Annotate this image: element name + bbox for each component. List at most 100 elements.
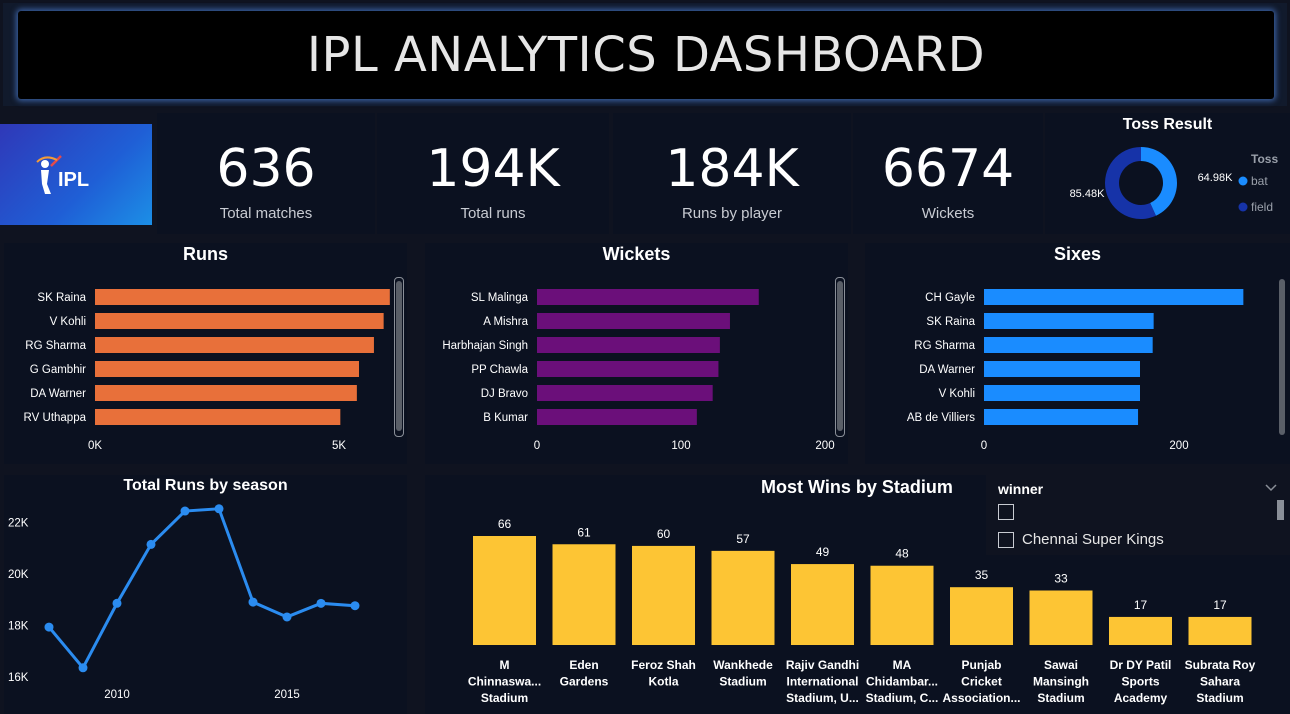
legend-label-bat[interactable]: bat: [1251, 174, 1268, 188]
header-banner: IPL ANALYTICS DASHBOARD: [3, 3, 1287, 106]
kpi-value: 194K: [426, 139, 560, 199]
kpi-wickets: 6674 Wickets: [853, 113, 1043, 234]
runs-by-season-chart: 2010 2015 16K 18K 20K 22K: [8, 504, 360, 701]
bar: [95, 313, 384, 329]
category-label: Academy: [1114, 691, 1168, 705]
category-label: Stadium: [1196, 691, 1243, 705]
sixes-panel: Sixes CH Gayle SK Raina RG Sharma DA Warner…: [865, 243, 1290, 464]
category-label: G Gambhir: [30, 364, 86, 376]
category-label: Stadium: [1037, 691, 1084, 705]
category-label: International: [786, 675, 858, 689]
category-label: Chidambar...: [866, 675, 938, 689]
data-label: 35: [975, 568, 989, 582]
data-label: 57: [736, 532, 750, 546]
data-label: 66: [498, 517, 512, 531]
batsman-icon: IPL: [36, 154, 89, 194]
category-label: Eden: [569, 658, 598, 672]
bar: [95, 337, 374, 353]
category-label: Chinnaswa...: [468, 675, 541, 689]
bar: [984, 337, 1153, 353]
category-label: RG Sharma: [25, 340, 86, 352]
category-label: Gardens: [560, 675, 609, 689]
bar: [1109, 616, 1172, 645]
bar: [950, 587, 1013, 645]
category-label: V Kohli: [939, 388, 975, 400]
toss-donut: 85.48K 64.98K Toss bat field: [1070, 147, 1278, 219]
data-point: [112, 598, 122, 608]
y-tick-label: 18K: [8, 620, 29, 632]
series-line: [47, 507, 356, 671]
legend-label-field[interactable]: field: [1251, 200, 1273, 214]
tick-label: 0K: [88, 440, 102, 452]
bar: [95, 289, 390, 305]
category-label: RV Uthappa: [24, 412, 87, 424]
category-label: Sawai: [1044, 658, 1078, 672]
category-label: SK Raina: [37, 292, 86, 304]
runs-chart: SK Raina V Kohli RG Sharma G Gambhir DA Warn…: [24, 289, 390, 452]
category-label: PP Chawla: [471, 364, 528, 376]
bar: [870, 565, 934, 645]
data-point: [214, 504, 224, 514]
checkbox-option-blank[interactable]: [998, 504, 1014, 520]
category-label: Mansingh: [1033, 675, 1089, 689]
tick-label: 200: [815, 440, 834, 452]
kpi-label: Total runs: [460, 205, 526, 222]
bar: [984, 361, 1140, 377]
bar: [984, 289, 1244, 305]
data-point: [180, 506, 190, 516]
slicer-title: winner: [998, 481, 1044, 497]
kpi-label: Total matches: [219, 205, 313, 222]
chevron-down-icon[interactable]: [1264, 483, 1278, 493]
data-label: 60: [657, 527, 671, 541]
toss-result-chart[interactable]: Toss Result 85.48K 64.98K Toss bat field: [1045, 113, 1290, 234]
runs-by-season-panel: Total Runs by season 2010 2015 16K 18K 20K 22…: [4, 475, 407, 714]
category-label: Dr DY Patil: [1110, 658, 1172, 672]
data-point: [146, 539, 156, 549]
data-label: 17: [1134, 598, 1148, 612]
bar: [1029, 590, 1093, 645]
tick-label: 200: [1169, 440, 1188, 452]
category-label: Stadium, C...: [866, 691, 939, 705]
checkbox-chennai-super-kings[interactable]: [998, 532, 1014, 548]
winner-slicer: winner Chennai Super Kings: [986, 475, 1290, 555]
bar: [473, 536, 536, 645]
category-label: Kotla: [649, 675, 679, 689]
x-tick-label: 2010: [104, 689, 130, 701]
data-label: 49: [816, 545, 830, 559]
bar: [632, 545, 695, 645]
legend-marker-field: [1238, 202, 1248, 212]
scrollbar[interactable]: [837, 281, 843, 431]
data-label: 33: [1054, 572, 1068, 586]
ipl-logo: IPL: [0, 124, 152, 225]
kpi-runs-by-player: 184K Runs by player: [613, 113, 851, 234]
category-label: MA: [893, 658, 912, 672]
category-label: Association...: [942, 691, 1020, 705]
data-label: 61: [577, 525, 591, 539]
scrollbar[interactable]: [396, 281, 402, 431]
data-label: 48: [895, 547, 909, 561]
category-label: Stadium: [719, 675, 766, 689]
category-label: DA Warner: [30, 388, 86, 400]
category-label: Rajiv Gandhi: [786, 658, 859, 672]
category-label: RG Sharma: [914, 340, 975, 352]
option-label[interactable]: Chennai Super Kings: [1022, 531, 1164, 548]
data-point: [44, 622, 54, 632]
wickets-panel: Wickets SL Malinga A Mishra Harbhajan Sing…: [425, 243, 848, 464]
bar: [984, 313, 1154, 329]
y-tick-label: 16K: [8, 672, 29, 684]
scrollbar[interactable]: [1277, 500, 1284, 520]
category-label: Subrata Roy: [1185, 658, 1256, 672]
category-label: Feroz Shah: [631, 658, 696, 672]
bar: [537, 361, 719, 377]
bar: [95, 409, 341, 425]
header-box: IPL ANALYTICS DASHBOARD: [18, 11, 1274, 99]
legend-marker-bat: [1238, 176, 1248, 186]
tick-label: 100: [671, 440, 690, 452]
wickets-chart: SL Malinga A Mishra Harbhajan Singh PP Chaw…: [442, 289, 835, 452]
runs-panel: Runs SK Raina V Kohli RG Sharma G Gambhir DA…: [4, 243, 407, 464]
scrollbar[interactable]: [1279, 279, 1285, 435]
bar: [552, 544, 616, 645]
y-tick-label: 22K: [8, 518, 29, 530]
kpi-total-runs: 194K Total runs: [377, 113, 609, 234]
bar: [537, 409, 697, 425]
